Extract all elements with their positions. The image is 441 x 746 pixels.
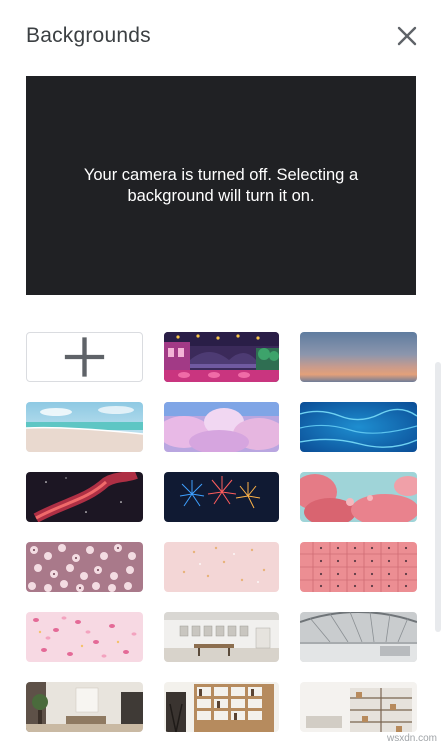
camera-preview: Your camera is turned off. Selecting a b… [26,76,416,295]
background-white-gallery-room[interactable] [164,612,279,662]
background-fireworks[interactable] [164,472,279,522]
background-night-bridge-scene[interactable] [164,332,279,382]
scrollbar[interactable] [435,362,441,632]
background-beach[interactable] [26,402,143,452]
background-pink-pattern[interactable] [300,542,417,592]
background-living-room[interactable] [26,682,143,732]
close-icon [397,26,417,46]
watermark: wsxdn.com [386,733,437,744]
background-red-nebula[interactable] [26,472,143,522]
background-grid [26,332,417,732]
background-pink-confetti[interactable] [164,542,279,592]
panel-title: Backgrounds [26,24,151,47]
background-petals[interactable] [26,612,143,662]
backgrounds-panel: Backgrounds Your camera is turned off. S… [0,0,441,746]
background-bookshelf-room[interactable] [164,682,279,732]
plus-icon [64,337,105,377]
background-pink-blossoms-sky[interactable] [300,472,417,522]
background-blue-water[interactable] [300,402,417,452]
background-pink-clouds[interactable] [164,402,279,452]
background-flower-field[interactable] [26,542,143,592]
background-sunset-gradient[interactable] [300,332,417,382]
add-background-button[interactable] [26,332,143,382]
background-white-shelves-room[interactable] [300,682,417,732]
camera-off-message: Your camera is turned off. Selecting a b… [83,165,359,205]
panel-header: Backgrounds [26,22,421,52]
close-button[interactable] [393,22,421,50]
background-modern-atrium[interactable] [300,612,417,662]
